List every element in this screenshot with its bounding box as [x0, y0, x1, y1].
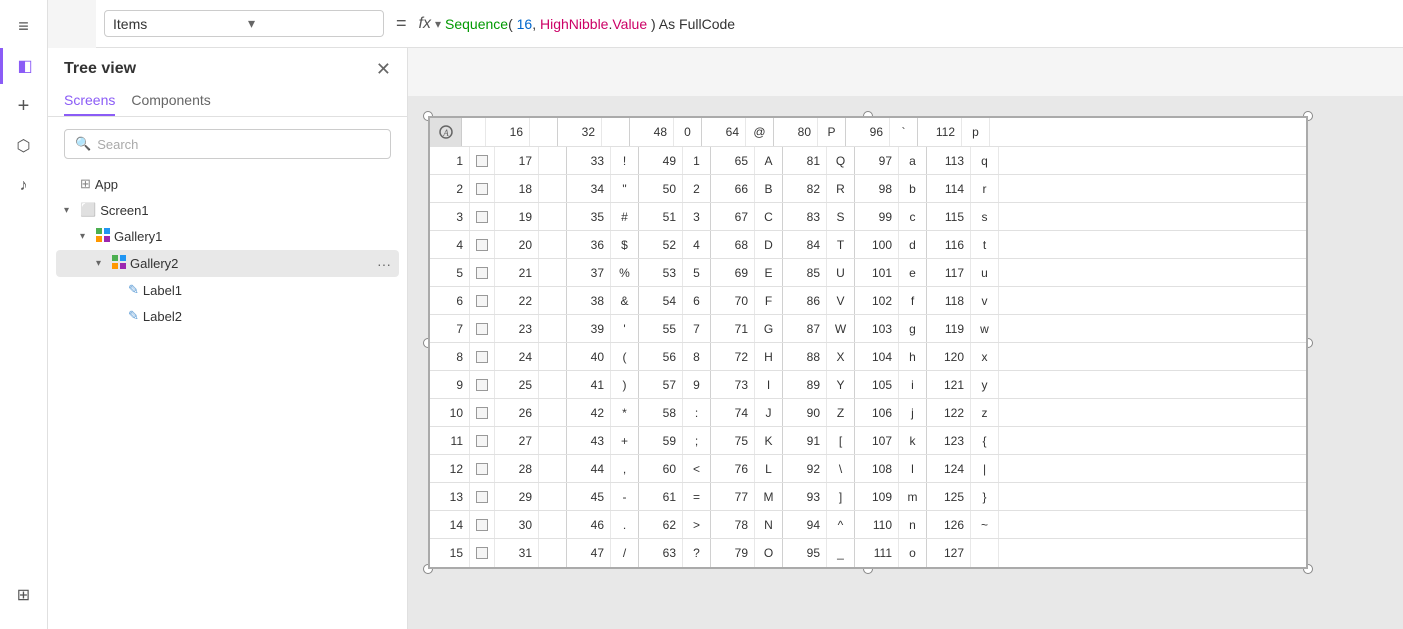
tree-item-label2[interactable]: ✎ Label2: [56, 303, 399, 329]
equals-sign: =: [392, 13, 411, 34]
app-label: App: [95, 177, 391, 192]
tree-header: Tree view ✕: [48, 48, 407, 78]
table-row: 21834"50266B82R98b114r: [430, 175, 1306, 203]
main-wrapper: Items ▾ = fx ▾ Sequence( 16, HighNibble.…: [48, 0, 1403, 629]
more-button-gallery2[interactable]: ···: [377, 256, 391, 272]
chevron-down-icon: ▾: [248, 15, 375, 32]
search-input[interactable]: [97, 137, 380, 152]
tree-item-label1[interactable]: ✎ Label1: [56, 277, 399, 303]
gallery-wrapper: A163248064@80P96`112p11733!49165A81Q97a1…: [428, 116, 1308, 569]
app-icon: ⊞: [80, 176, 91, 192]
gallery-table: A163248064@80P96`112p11733!49165A81Q97a1…: [428, 116, 1308, 569]
tree-item-screen1[interactable]: ▾ ⬜ Screen1: [56, 197, 399, 223]
top-bar: Items ▾ = fx ▾ Sequence( 16, HighNibble.…: [96, 0, 1403, 48]
chevron-down-gallery1: ▾: [80, 231, 92, 242]
add-icon[interactable]: +: [6, 88, 42, 124]
table-row: 11733!49165A81Q97a113q: [430, 147, 1306, 175]
chevron-down: ▾: [64, 205, 76, 216]
tree-title: Tree view: [64, 60, 136, 78]
table-row: 102642*58:74J90Z106j122z: [430, 399, 1306, 427]
table-row: 72339'55771G87W103g119w: [430, 315, 1306, 343]
label2-label: Label2: [143, 309, 391, 324]
fx-icon: fx: [419, 15, 431, 33]
tools-icon[interactable]: ⊞: [6, 577, 42, 613]
table-row: 52137%53569E85U101e117u: [430, 259, 1306, 287]
formula-text: Sequence( 16, HighNibble.Value ) As Full…: [445, 16, 735, 32]
content-area: A163248064@80P96`112p11733!49165A81Q97a1…: [408, 96, 1403, 629]
chevron-down-gallery2: ▾: [96, 258, 108, 269]
table-row: 132945-61=77M93]109m125}: [430, 483, 1306, 511]
tab-components[interactable]: Components: [131, 86, 210, 116]
formula-bar[interactable]: fx ▾ Sequence( 16, HighNibble.Value ) As…: [419, 15, 1395, 33]
media-icon[interactable]: ♪: [6, 168, 42, 204]
formula-prop2: Value: [612, 16, 647, 32]
table-row: 143046.62>78N94^110n126~: [430, 511, 1306, 539]
gallery1-icon: [96, 228, 110, 245]
hamburger-icon[interactable]: ≡: [6, 8, 42, 44]
gallery1-label: Gallery1: [114, 229, 391, 244]
tree-panel: Tree view ✕ Screens Components 🔍 ⊞ App: [48, 48, 408, 629]
table-row: A163248064@80P96`112p: [430, 118, 1306, 147]
table-row: 92541)57973I89Y105i121y: [430, 371, 1306, 399]
search-icon: 🔍: [75, 136, 91, 152]
table-row: 112743+59;75K91[107k123{: [430, 427, 1306, 455]
table-row: 62238&54670F86V102f118v: [430, 287, 1306, 315]
screen-icon: ⬜: [80, 202, 96, 218]
table-row: 31935#51367C83S99c115s: [430, 203, 1306, 231]
label1-icon: ✎: [128, 282, 139, 298]
table-row: 153147/63?79O95_111o127: [430, 539, 1306, 567]
tree-item-gallery1[interactable]: ▾ Gallery1: [56, 223, 399, 250]
label2-icon: ✎: [128, 308, 139, 324]
tree-item-app[interactable]: ⊞ App: [56, 171, 399, 197]
label1-label: Label1: [143, 283, 391, 298]
table-row: 122844,60<76L92\108l124|: [430, 455, 1306, 483]
items-dropdown[interactable]: Items ▾: [104, 10, 384, 37]
icon-sidebar: ≡ ◧ + ⬡ ♪ ⊞: [0, 0, 48, 629]
chevron-down-icon-formula: ▾: [435, 17, 441, 31]
formula-fn: Sequence: [445, 16, 508, 32]
table-row: 42036$52468D84T100d116t: [430, 231, 1306, 259]
tab-screens[interactable]: Screens: [64, 86, 115, 116]
dropdown-label: Items: [113, 16, 240, 32]
gallery2-label: Gallery2: [130, 256, 373, 271]
table-row: 82440(56872H88X104h120x: [430, 343, 1306, 371]
gallery2-icon: [112, 255, 126, 272]
formula-num: 16: [517, 16, 533, 32]
svg-text:A: A: [442, 128, 449, 138]
formula-prop: HighNibble: [540, 16, 608, 32]
search-box: 🔍: [64, 129, 391, 159]
tree-items: ⊞ App ▾ ⬜ Screen1 ▾ Gallery1: [48, 171, 407, 629]
layers-icon[interactable]: ◧: [0, 48, 47, 84]
tree-item-gallery2[interactable]: ▾ Gallery2 ···: [56, 250, 399, 277]
gallery-nav-icon[interactable]: A: [430, 118, 462, 146]
tree-tabs: Screens Components: [48, 78, 407, 117]
shapes-icon[interactable]: ⬡: [6, 128, 42, 164]
screen1-label: Screen1: [100, 203, 391, 218]
close-button[interactable]: ✕: [376, 60, 391, 78]
